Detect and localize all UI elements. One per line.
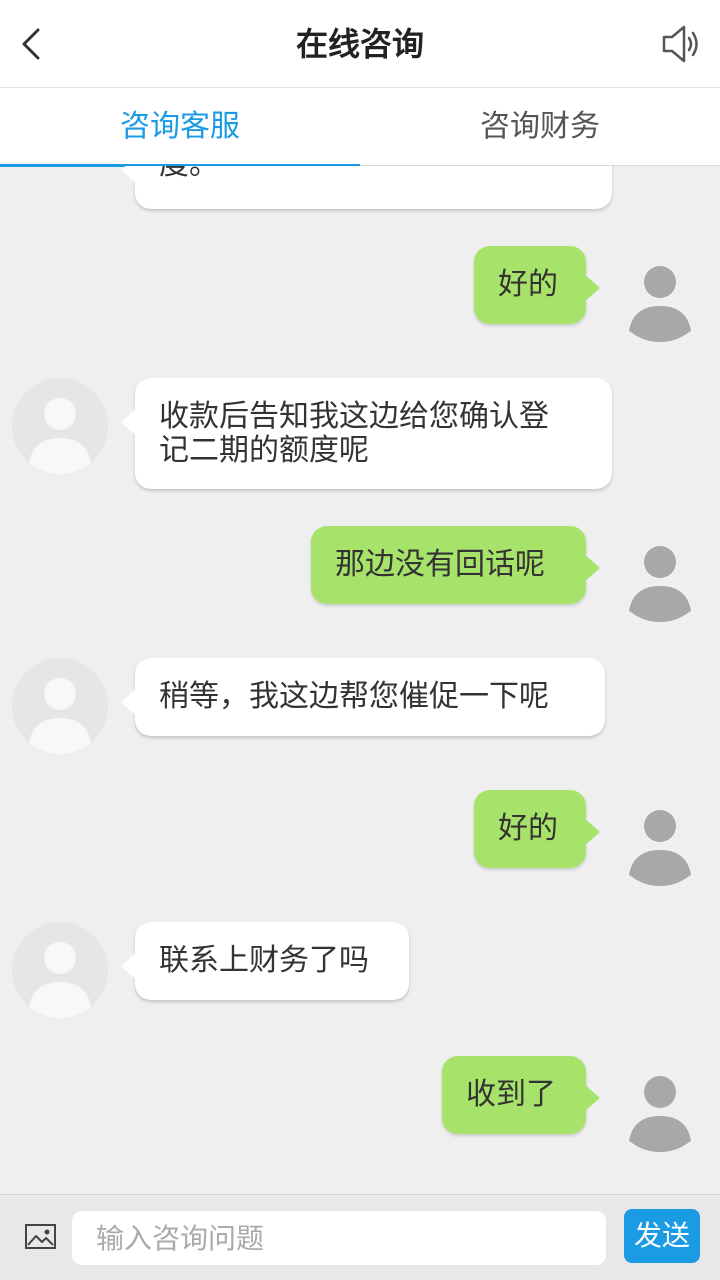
sound-button[interactable] <box>658 22 706 66</box>
message-bubble-incoming: 度。 <box>121 166 612 209</box>
tab-customer-service[interactable]: 咨询客服 <box>0 88 360 167</box>
composer-bar: 发送 <box>0 1194 720 1280</box>
message-bubble-outgoing: 好的 <box>474 790 600 868</box>
user-silhouette-icon <box>628 546 692 622</box>
message-bubble-outgoing: 那边没有回话呢 <box>311 526 600 604</box>
avatar-agent <box>12 658 108 754</box>
image-icon <box>25 1224 56 1249</box>
message-text: 稍等，我这边帮您催促一下呢 <box>159 679 549 714</box>
send-button[interactable]: 发送 <box>624 1209 700 1263</box>
user-silhouette-icon <box>28 942 92 1018</box>
message-text: 好的 <box>498 267 558 302</box>
user-silhouette-icon <box>628 810 692 886</box>
chat-area[interactable]: 度。 好的 收款后告知我这边给您确认登 记二期的额度呢 那边没有回话呢 <box>0 166 720 1194</box>
message-bubble-incoming: 收款后告知我这边给您确认登 记二期的额度呢 <box>121 378 612 489</box>
tab-bar: 咨询客服 咨询财务 <box>0 88 720 167</box>
tab-finance[interactable]: 咨询财务 <box>360 88 720 166</box>
message-text: 收款后告知我这边给您确认登 <box>159 399 549 434</box>
top-bar: 在线咨询 <box>0 0 720 88</box>
message-bubble-outgoing: 好的 <box>474 246 600 324</box>
page-title: 在线咨询 <box>295 25 424 63</box>
avatar-user <box>612 1056 708 1152</box>
message-text: 好的 <box>498 811 558 846</box>
image-button[interactable] <box>24 1221 58 1253</box>
avatar-user <box>612 790 708 886</box>
message-text: 那边没有回话呢 <box>335 547 545 582</box>
user-silhouette-icon <box>628 266 692 342</box>
speaker-icon <box>662 25 698 63</box>
avatar-agent <box>12 378 108 474</box>
message-text: 联系上财务了吗 <box>159 943 369 978</box>
user-silhouette-icon <box>628 1076 692 1152</box>
avatar-agent <box>12 922 108 1018</box>
user-silhouette-icon <box>28 398 92 474</box>
avatar-user <box>612 526 708 622</box>
message-text: 记二期的额度呢 <box>159 433 369 468</box>
message-text: 收到了 <box>466 1077 556 1112</box>
message-bubble-incoming: 联系上财务了吗 <box>121 922 409 1000</box>
user-silhouette-icon <box>28 678 92 754</box>
message-text: 度。 <box>159 166 588 182</box>
message-input[interactable] <box>72 1211 606 1265</box>
message-bubble-outgoing: 收到了 <box>442 1056 600 1134</box>
message-bubble-incoming: 稍等，我这边帮您催促一下呢 <box>121 658 605 736</box>
avatar-user <box>612 246 708 342</box>
